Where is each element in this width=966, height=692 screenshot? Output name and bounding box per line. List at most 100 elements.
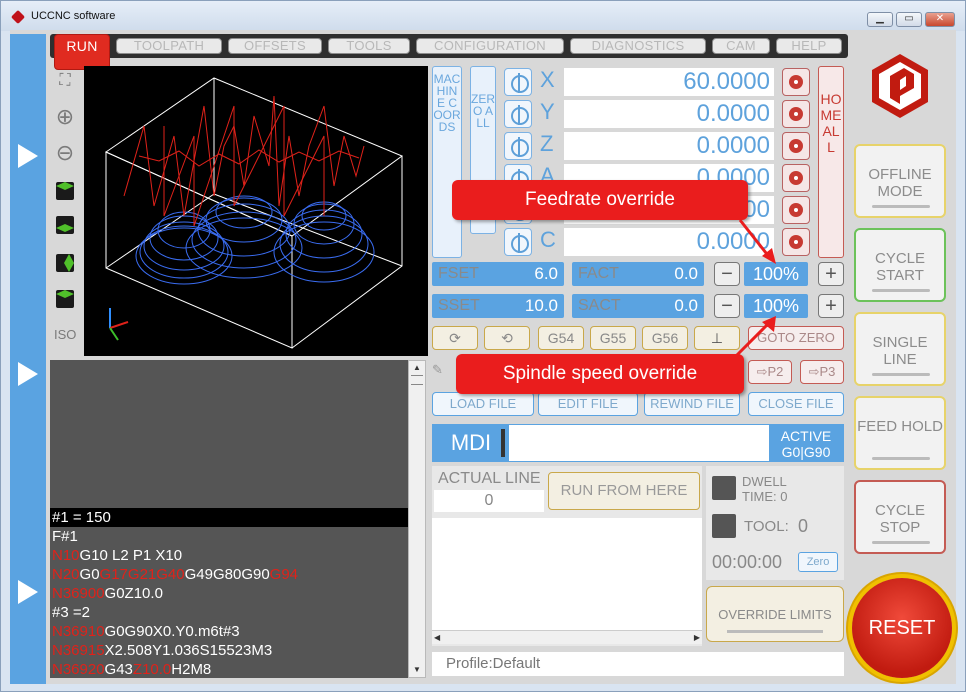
window-title: UCCNC software [31,10,116,22]
mdi-input[interactable] [513,427,767,459]
tab-diagnostics[interactable]: DIAGNOSTICS [570,38,706,54]
rewind-file-button[interactable]: REWIND FILE [644,392,740,416]
gcode-viewer[interactable]: #1 = 150 F#1 N10G10 L2 P1 X10 N20G0G17G21G4… [50,360,408,678]
home-c-button[interactable] [782,228,810,256]
probe-icon[interactable]: ⊥ [694,326,740,350]
scroll-thumb[interactable] [411,375,423,385]
tab-cam[interactable]: CAM [712,38,770,54]
gcode-token: Z10.0 [132,661,172,678]
axis-x-dro[interactable]: 60.0000 [564,68,774,96]
cycle-stop-button[interactable]: CYCLE STOP [854,480,946,554]
expand-arrow-icon[interactable] [18,362,38,386]
zoom-in-icon[interactable]: ⊕ [54,106,76,128]
feed-hold-button[interactable]: FEED HOLD [854,396,946,470]
probe-p3-button[interactable]: ⇨P3 [800,360,844,384]
home-x-button[interactable] [782,68,810,96]
view-left-cube-icon[interactable] [56,290,74,308]
toolpath-3d-viewport[interactable] [84,66,428,356]
axis-z-dro[interactable]: 0.0000 [564,132,774,160]
home-y-button[interactable] [782,100,810,128]
home-b-button[interactable] [782,196,810,224]
fit-view-icon[interactable]: ⛶ [54,70,76,92]
home-z-button[interactable] [782,132,810,160]
load-file-button[interactable]: LOAD FILE [432,392,534,416]
gcode-line-current[interactable]: #1 = 150 [50,508,408,527]
gcode-scrollbar[interactable]: ▲ ▼ [408,360,426,678]
zero-y-button[interactable] [504,100,532,128]
edit-pencil-icon[interactable]: ✎ [432,362,450,377]
override-limits-button[interactable]: OVERRIDE LIMITS [706,586,844,642]
gcode-token: G0 [79,566,100,583]
close-button[interactable]: ✕ [925,12,955,27]
spindle-override-plus-button[interactable]: + [818,294,844,318]
gcode-token: N36915 [52,642,105,659]
spindle-actual-display: SACT 0.0 [572,294,704,318]
gcode-line[interactable]: N36910G0G90X0.Y0.m6t#3 [50,622,240,641]
gcode-token: N36920 [52,661,105,678]
feed-override-value[interactable]: 100% [744,262,808,286]
axis-c-dro[interactable]: 0.0000 [564,228,774,256]
g56-button[interactable]: G56 [642,326,688,350]
view-front-cube-icon[interactable] [56,216,74,234]
run-from-here-button[interactable]: RUN FROM HERE [548,472,700,510]
edit-file-button[interactable]: EDIT FILE [538,392,638,416]
mdi-cursor [501,429,505,457]
machine-coords-button[interactable]: MACHINE COORDS [432,66,462,258]
minimize-button[interactable]: ▁ [867,12,893,27]
g54-button[interactable]: G54 [538,326,584,350]
tab-configuration[interactable]: CONFIGURATION [416,38,564,54]
gcode-line[interactable]: N20G0G17G21G40G49G80G90G94 [50,565,298,584]
horizontal-scrollbar[interactable]: ◀ ▶ [432,630,702,644]
offline-mode-label: OFFLINE MODE [868,166,932,200]
timer-zero-button[interactable]: Zero [798,552,838,572]
zero-z-button[interactable] [504,132,532,160]
expand-arrow-icon[interactable] [18,144,38,168]
gcode-token: N10 [52,547,80,564]
offline-mode-button[interactable]: OFFLINE MODE [854,144,946,218]
axis-y-dro[interactable]: 0.0000 [564,100,774,128]
g55-button[interactable]: G55 [590,326,636,350]
view-right-cube-icon[interactable] [56,254,74,272]
zero-x-button[interactable] [504,68,532,96]
gcode-line[interactable]: F#1 [50,527,78,546]
spindle-override-minus-button[interactable]: − [714,294,740,318]
iso-view-button[interactable]: ISO [54,324,76,346]
reset-button[interactable]: RESET [852,578,952,678]
message-list[interactable] [432,518,702,644]
tab-tools[interactable]: TOOLS [328,38,410,54]
spindle-override-value[interactable]: 100% [744,294,808,318]
view-top-cube-icon[interactable] [56,182,74,200]
gcode-line[interactable]: N10G10 L2 P1 X10 [50,546,182,565]
close-file-button[interactable]: CLOSE FILE [748,392,844,416]
active-codes-display: ACTIVE G0|G90 [769,425,843,461]
maximize-button[interactable]: ▭ [896,12,922,27]
home-a-button[interactable] [782,164,810,192]
cycle-stop-indicator [872,541,930,544]
probe-p2-button[interactable]: ⇨P2 [748,360,792,384]
single-line-button[interactable]: SINGLE LINE [854,312,946,386]
scroll-down-icon[interactable]: ▼ [411,665,423,675]
feed-override-plus-button[interactable]: + [818,262,844,286]
tab-help[interactable]: HELP [776,38,842,54]
tab-toolpath[interactable]: TOOLPATH [116,38,222,54]
expand-arrow-icon[interactable] [18,580,38,604]
gcode-line[interactable]: #3 =2 [50,603,90,622]
gcode-line[interactable]: N36920G43Z10.0H2M8 [50,660,211,678]
spindle-cw-button[interactable]: ⟳ [432,326,478,350]
spindle-ccw-button[interactable]: ⟲ [484,326,530,350]
tab-offsets[interactable]: OFFSETS [228,38,322,54]
feed-override-minus-button[interactable]: − [714,262,740,286]
zero-c-button[interactable] [504,228,532,256]
cycle-start-button[interactable]: CYCLE START [854,228,946,302]
home-all-button[interactable]: HOME ALL [818,66,844,258]
dwell-tool-panel: DWELL TIME: 0 TOOL: 0 00:00:00 Zero [706,466,844,580]
tab-run[interactable]: RUN [54,34,110,70]
dwell-text: DWELL TIME: 0 [742,474,788,504]
scroll-right-icon[interactable]: ▶ [694,631,700,645]
scroll-up-icon[interactable]: ▲ [411,363,423,373]
gcode-line[interactable]: N36900G0Z10.0 [50,584,163,603]
goto-zero-button[interactable]: GOTO ZERO [748,326,844,350]
zoom-out-icon[interactable]: ⊖ [54,142,76,164]
gcode-line[interactable]: N36915X2.508Y1.036S15523M3 [50,641,272,660]
scroll-left-icon[interactable]: ◀ [434,631,440,645]
